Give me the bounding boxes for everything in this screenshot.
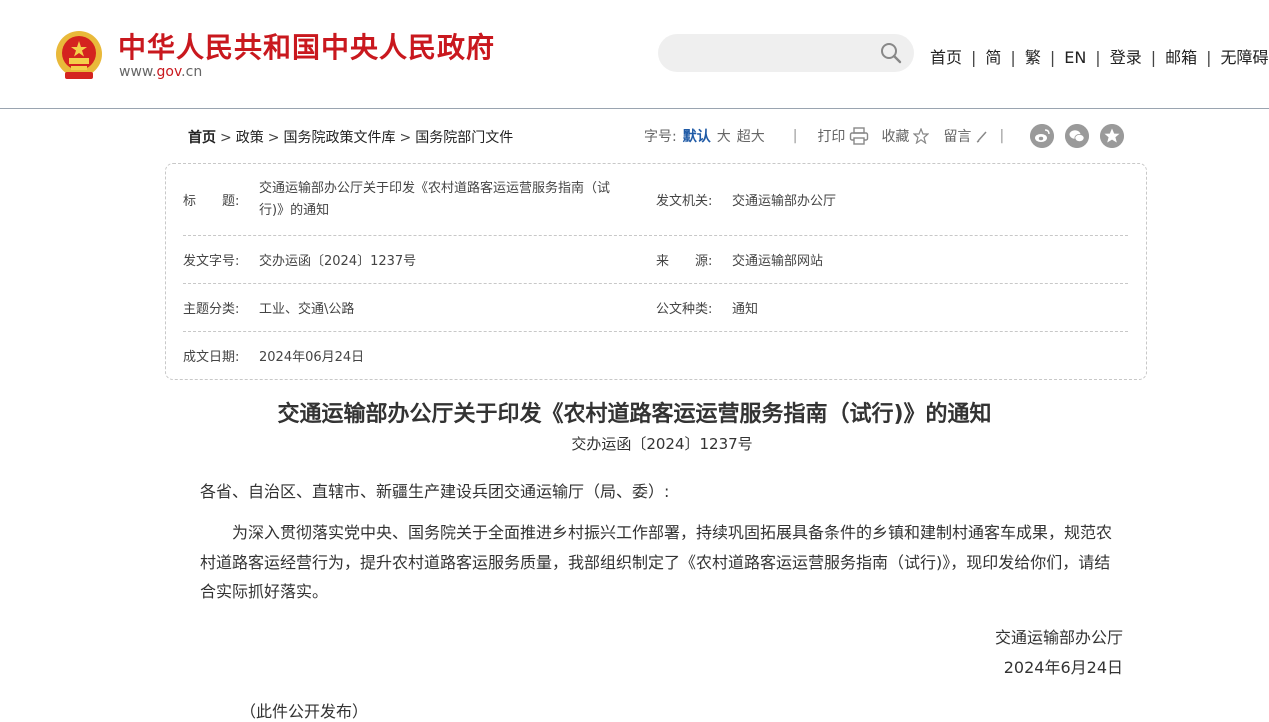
article-tools: 字号: 默认 大 超大 | 打印 收藏 留言 | xyxy=(644,124,1016,148)
date-value: 2024年06月24日 xyxy=(259,350,365,365)
nav-separator: | xyxy=(1206,48,1212,67)
info-row: 标 题: 交通运输部办公厅关于印发《农村道路客运运营服务指南（试 行)》的通知 … xyxy=(183,164,1128,236)
title-value-line1: 交通运输部办公厅关于印发《农村道路客运运营服务指南（试 xyxy=(259,181,611,196)
nav-accessibility[interactable]: 无障碍 xyxy=(1221,48,1269,67)
site-url-prefix: www. xyxy=(119,64,157,80)
issuer-value: 交通运输部办公厅 xyxy=(732,194,837,209)
nav-login[interactable]: 登录 xyxy=(1110,48,1142,67)
article-doc-no: 交办运函〔2024〕1237号 xyxy=(571,435,753,453)
font-size-xlarge[interactable]: 超大 xyxy=(737,126,765,146)
font-size-large[interactable]: 大 xyxy=(717,126,731,146)
info-row: 成文日期: 2024年06月24日 xyxy=(183,332,1128,379)
article-title: 交通运输部办公厅关于印发《农村道路客运运营服务指南（试行)》的通知 xyxy=(277,402,992,427)
title-value: 交通运输部办公厅关于印发《农村道路客运运营服务指南（试 行)》的通知 xyxy=(259,178,649,222)
nav-traditional[interactable]: 繁 xyxy=(1025,48,1041,67)
doc-no-label: 发文字号: xyxy=(183,254,240,269)
pencil-icon[interactable] xyxy=(975,129,989,143)
tools-separator: | xyxy=(999,128,1005,144)
nav-english[interactable]: EN xyxy=(1064,48,1086,67)
article-signature: 交通运输部办公厅 xyxy=(994,628,1123,647)
info-row: 主题分类: 工业、交通\公路 公文种类: 通知 xyxy=(183,284,1128,332)
favorite-label[interactable]: 收藏 xyxy=(881,126,909,146)
source-value: 交通运输部网站 xyxy=(732,254,824,269)
national-emblem-icon[interactable] xyxy=(54,28,104,82)
nav-mail[interactable]: 邮箱 xyxy=(1165,48,1197,67)
title-label: 标 题: xyxy=(183,194,240,209)
article-body: 为深入贯彻落实党中央、国务院关于全面推进乡村振兴工作部署，持续巩固拓展具备条件的… xyxy=(200,523,1113,601)
breadcrumb-separator: > xyxy=(399,130,412,146)
nav-separator: | xyxy=(1010,48,1016,67)
article-salutation: 各省、自治区、直辖市、新疆生产建设兵团交通运输厅（局、委）: xyxy=(200,482,670,501)
nav-separator: | xyxy=(1150,48,1157,67)
subject-value: 工业、交通\公路 xyxy=(259,302,355,317)
date-label: 成文日期: xyxy=(183,350,240,365)
font-size-default[interactable]: 默认 xyxy=(683,126,711,146)
nav-separator: | xyxy=(1095,48,1101,67)
printer-icon[interactable] xyxy=(849,127,869,145)
breadcrumb-separator: > xyxy=(220,130,232,146)
breadcrumb-separator: > xyxy=(267,130,280,146)
site-url-highlight: gov xyxy=(156,64,182,80)
wechat-icon[interactable] xyxy=(1065,124,1089,148)
nav-simplified[interactable]: 简 xyxy=(985,48,1001,67)
subject-label: 主题分类: xyxy=(183,302,240,317)
site-url: www.gov.cn xyxy=(119,64,202,80)
breadcrumb-policy[interactable]: 政策 xyxy=(236,130,264,146)
site-url-suffix: .cn xyxy=(181,64,203,80)
star-icon[interactable] xyxy=(913,128,930,144)
site-name[interactable]: 中华人民共和国中央人民政府 xyxy=(118,26,495,66)
article-sign-date: 2024年6月24日 xyxy=(1003,658,1123,677)
comment-label[interactable]: 留言 xyxy=(943,126,971,146)
breadcrumb: 首页 > 政策 > 国务院政策文件库 > 国务院部门文件 xyxy=(188,127,513,147)
nav-separator: | xyxy=(1049,48,1056,67)
breadcrumb-policy-library[interactable]: 国务院政策文件库 xyxy=(283,130,395,146)
source-label: 来 源: xyxy=(656,254,713,269)
qzone-icon[interactable] xyxy=(1100,124,1124,148)
breadcrumb-home[interactable]: 首页 xyxy=(188,130,216,146)
title-value-line2: 行)》的通知 xyxy=(259,203,330,218)
issuer-label: 发文机关: xyxy=(656,194,713,209)
info-row: 发文字号: 交办运函〔2024〕1237号 来 源: 交通运输部网站 xyxy=(183,236,1128,284)
tools-separator: | xyxy=(792,128,798,144)
breadcrumb-dept-docs[interactable]: 国务院部门文件 xyxy=(415,130,513,146)
document-info-box: 标 题: 交通运输部办公厅关于印发《农村道路客运运营服务指南（试 行)》的通知 … xyxy=(165,163,1147,380)
print-label[interactable]: 打印 xyxy=(817,126,845,146)
search-input[interactable] xyxy=(658,34,914,72)
doc-type-label: 公文种类: xyxy=(656,302,713,317)
nav-home[interactable]: 首页 xyxy=(930,48,962,67)
article-note: （此件公开发布） xyxy=(240,702,369,721)
search-icon[interactable] xyxy=(880,42,902,64)
weibo-icon[interactable] xyxy=(1030,124,1054,148)
top-nav: 首页 | 简 | 繁 | EN | 登录 | 邮箱 | 无障碍 xyxy=(930,44,1269,68)
font-size-label: 字号: xyxy=(644,129,677,145)
site-header: 中华人民共和国中央人民政府 www.gov.cn 首页 | 简 | 繁 | EN | 登录 | 邮箱… xyxy=(0,0,1269,109)
doc-type-value: 通知 xyxy=(732,302,759,317)
doc-no-value: 交办运函〔2024〕1237号 xyxy=(259,254,417,269)
nav-separator: | xyxy=(971,48,977,67)
